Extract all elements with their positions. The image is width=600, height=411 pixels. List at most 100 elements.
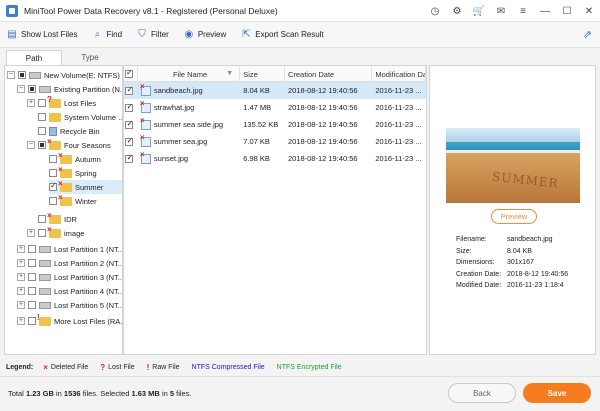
close-icon[interactable]: ✕ [578,0,600,22]
tree-node-system-volume[interactable]: System Volume ... [38,110,122,124]
expand-icon[interactable]: + [27,99,35,107]
expand-icon[interactable]: + [27,229,35,237]
export-scan-result-label: Export Scan Result [255,30,324,39]
folder-tree[interactable]: − New Volume(E: NTFS) − Existing Partiti… [4,65,123,355]
row-checkbox[interactable] [125,153,134,163]
tree-checkbox[interactable] [38,215,46,223]
tree-checkbox[interactable] [49,169,57,177]
row-checkbox-cell[interactable] [124,150,138,167]
minimize-icon[interactable]: — [534,0,556,22]
tree-node-lost-files[interactable]: + ? Lost Files [27,95,96,110]
table-row[interactable]: summer sea side.jpg 135.52 KB 2018-08-12… [124,116,426,133]
eye-icon: ◉ [184,29,194,40]
tree-node-more-lost-files[interactable]: + ! More Lost Files (RA... [17,313,122,328]
collapse-icon[interactable]: − [7,71,15,79]
tree-checkbox[interactable] [28,85,36,93]
preview-button[interactable]: ◉ Preview [183,29,226,41]
row-checkbox[interactable] [125,85,134,95]
column-header-name[interactable]: File Name ▼ [138,66,241,82]
row-checkbox-cell[interactable] [124,133,138,150]
selected-in: in [161,389,168,398]
tree-checkbox[interactable] [28,245,36,253]
tree-checkbox[interactable] [38,99,46,107]
table-row[interactable]: sunset.jpg 6.98 KB 2018-08-12 19:40:56 2… [124,150,426,167]
show-lost-files-button[interactable]: ▤ Show Lost Files [6,29,77,41]
row-checkbox-cell[interactable] [124,82,138,99]
tab-type[interactable]: Type [62,50,118,65]
column-header-size[interactable]: Size [240,66,285,82]
filter-button[interactable]: ⛉ Filter [136,29,169,41]
legend-label: Legend: [6,364,34,371]
file-name-cell: summer sea.jpg [138,133,240,150]
share-icon[interactable]: ⇗ [583,28,592,41]
tree-checkbox[interactable] [38,113,46,121]
maximize-icon[interactable]: ☐ [556,0,578,22]
tab-path[interactable]: Path [6,50,62,65]
expand-icon[interactable]: + [17,287,25,295]
tree-node-lost-partition-1[interactable]: + Lost Partition 1 (NT... [17,242,123,256]
tree-node-recycle-bin[interactable]: Recycle Bin [38,124,100,138]
total-files-selected: files. Selected [82,389,130,398]
preview-label: Preview [197,30,227,39]
deleted-image-icon [140,133,151,147]
save-button[interactable]: Save [523,383,591,403]
tree-node-image[interactable]: + × image [27,225,84,240]
tree-node-root[interactable]: − New Volume(E: NTFS) [7,68,120,82]
table-row[interactable]: strawhat.jpg 1.47 MB 2018-08-12 19:40:56… [124,99,426,116]
row-checkbox[interactable] [125,136,134,146]
tree-node-four-seasons[interactable]: − × Four Seasons [27,137,111,152]
row-checkbox-cell[interactable] [124,99,138,116]
tree-checkbox[interactable] [38,229,46,237]
tree-node-winter[interactable]: × Winter [49,193,97,208]
expand-icon[interactable]: + [17,245,25,253]
timer-icon[interactable]: ◷ [424,0,446,22]
table-row[interactable]: summer sea.jpg 7.07 KB 2018-08-12 19:40:… [124,133,426,150]
tree-node-lost-partition-3[interactable]: + Lost Partition 3 (NT... [17,270,122,284]
mail-icon[interactable]: ✉ [490,0,512,22]
collapse-icon[interactable]: − [27,141,35,149]
tree-node-lost-partition-2[interactable]: + Lost Partition 2 (NT... [17,256,122,270]
tree-checkbox[interactable] [38,141,46,149]
file-list[interactable]: File Name ▼ Size Creation Date Modificati… [123,65,427,355]
tree-node-summer[interactable]: × Summer [49,179,122,194]
expand-icon[interactable]: + [17,259,25,267]
tree-checkbox[interactable] [38,127,46,135]
column-header-creation-date[interactable]: Creation Date [285,66,373,82]
tree-checkbox[interactable] [28,317,36,325]
export-scan-result-button[interactable]: ⇱ Export Scan Result [240,29,324,41]
row-checkbox-cell[interactable] [124,116,138,133]
tree-node-autumn[interactable]: × Autumn [49,151,101,166]
tree-checkbox[interactable] [49,197,57,205]
tree-checkbox[interactable] [49,181,57,191]
select-all-checkbox[interactable] [124,68,133,78]
preview-file-button[interactable]: Preview [491,209,537,224]
table-row[interactable]: sandbeach.jpg 8.04 KB 2018-08-12 19:40:5… [124,82,426,99]
tree-checkbox[interactable] [28,259,36,267]
select-all-cell[interactable] [124,66,138,82]
expand-icon[interactable]: + [17,273,25,281]
support-icon[interactable]: ⚙ [446,0,468,22]
tree-checkbox[interactable] [28,287,36,295]
raw-marker-icon: ! [146,363,150,372]
collapse-icon[interactable]: − [17,85,25,93]
tree-label: Lost Partition 1 (NT... [54,244,123,254]
expand-icon[interactable]: + [17,317,25,325]
find-button[interactable]: ⌕ Find [91,29,122,41]
total-summary: Total 1.23 GB in 1536 files. Selected 1.… [8,389,192,398]
tree-checkbox[interactable] [18,71,26,79]
expand-icon[interactable]: + [17,301,25,309]
row-checkbox[interactable] [125,119,134,129]
tree-node-lost-partition-4[interactable]: + Lost Partition 4 (NT... [17,284,122,298]
tree-checkbox[interactable] [28,273,36,281]
back-button[interactable]: Back [448,383,516,403]
menu-icon[interactable]: ≡ [512,0,534,22]
cart-icon[interactable]: 🛒 [468,0,490,22]
tree-node-spring[interactable]: × Spring [49,165,97,180]
tree-node-lost-partition-5[interactable]: + Lost Partition 5 (NT... [17,298,122,312]
tree-checkbox[interactable] [49,155,57,163]
tree-node-idr[interactable]: × IDR [38,211,77,226]
row-checkbox[interactable] [125,102,134,112]
tree-node-existing-partition[interactable]: − Existing Partition (N... [17,82,122,96]
column-header-modification-date[interactable]: Modification Dat [372,66,426,82]
tree-checkbox[interactable] [28,301,36,309]
